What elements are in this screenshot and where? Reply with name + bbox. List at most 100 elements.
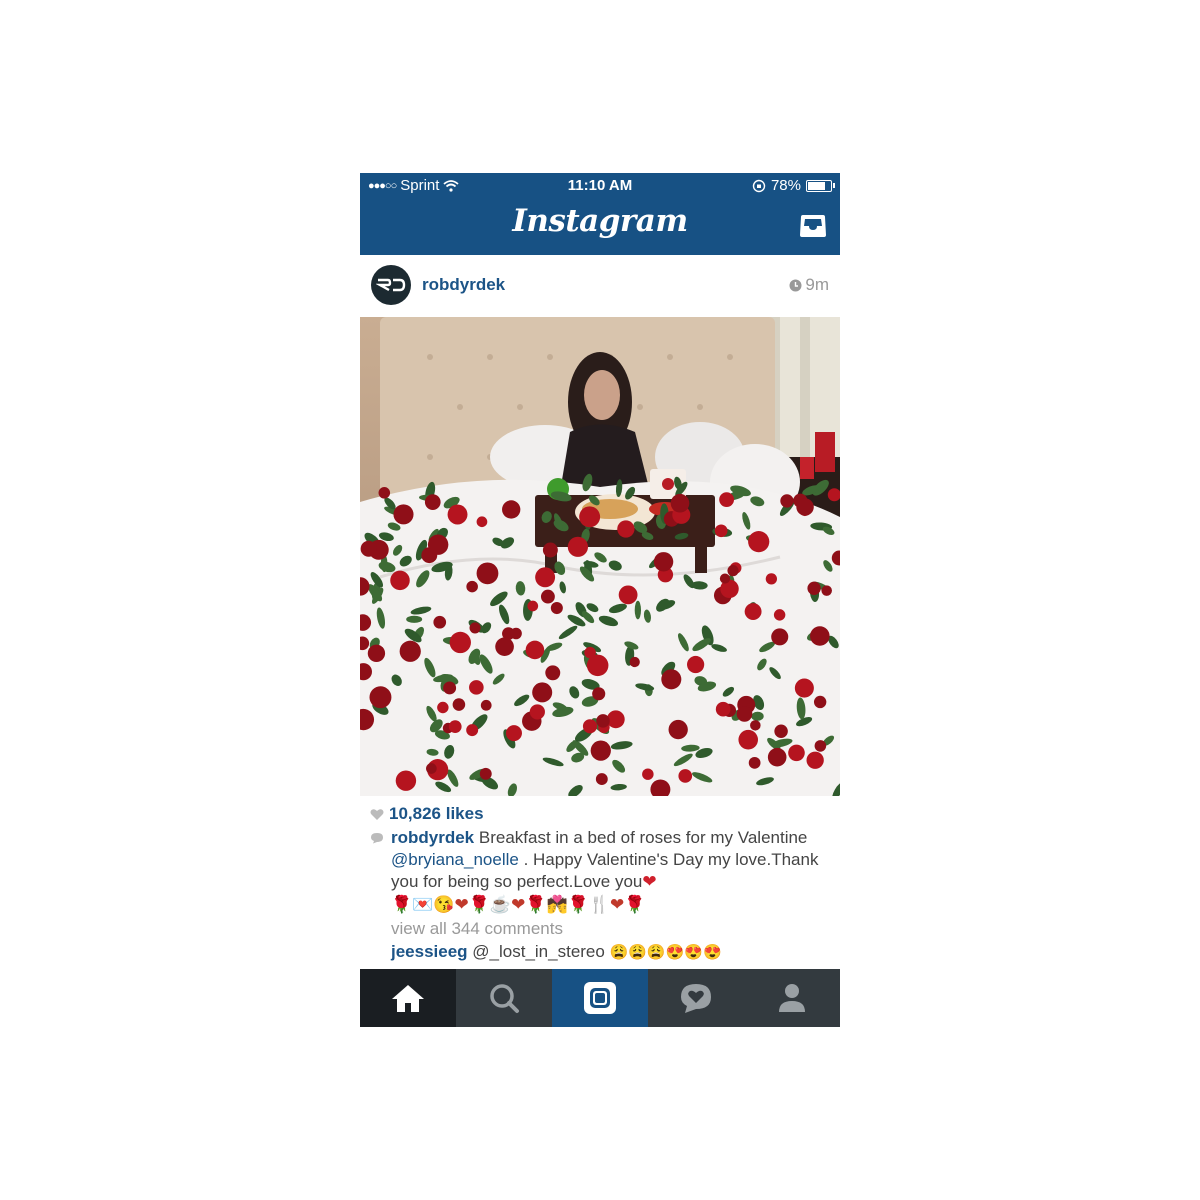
rose [744, 603, 762, 621]
post-username[interactable]: robdyrdek [422, 275, 505, 295]
rose [479, 767, 492, 780]
profile-icon [779, 984, 805, 1012]
rose [476, 562, 499, 585]
rose [670, 493, 690, 513]
rose [715, 701, 731, 717]
clock-icon [789, 279, 802, 291]
rose [535, 567, 556, 588]
rose [642, 768, 654, 780]
rose [449, 631, 471, 654]
comment-item: jeessieeg @_lost_in_stereo 😩😩😩😍😍😍 [391, 942, 722, 962]
rose [424, 494, 441, 510]
rose [821, 585, 832, 596]
rose [476, 516, 488, 528]
rotation-lock-icon [752, 179, 766, 192]
caption-heart: ❤ [642, 872, 657, 891]
rose [369, 686, 392, 709]
rose [661, 669, 682, 690]
rose [806, 751, 824, 769]
rose [678, 769, 693, 783]
rose [532, 682, 553, 703]
rose [668, 719, 688, 740]
avatar[interactable] [371, 265, 411, 305]
rose [629, 656, 640, 668]
rose [393, 504, 414, 525]
rose [750, 720, 761, 731]
rose [773, 609, 786, 621]
rose [427, 534, 449, 555]
comment-text: @_lost_in_stereo [467, 942, 610, 961]
post-photo[interactable] [360, 317, 840, 796]
rose [542, 542, 558, 558]
likes-text: 10,826 likes [389, 804, 484, 823]
rose [780, 494, 794, 508]
rose [595, 773, 608, 785]
tab-search[interactable] [456, 969, 552, 1027]
view-all-comments-link[interactable]: view all 344 comments [391, 919, 563, 939]
rose [529, 704, 545, 720]
rose [437, 701, 449, 714]
rose [738, 729, 758, 750]
bottom-tab-bar [360, 969, 840, 1027]
status-bar: ●●●○○ Sprint 11:10 AM 78% [360, 173, 840, 199]
rose [727, 565, 739, 577]
rose [505, 725, 522, 742]
rose [810, 626, 830, 646]
rose [765, 573, 778, 585]
rose [540, 589, 555, 604]
rose [582, 719, 598, 734]
rose [596, 714, 610, 728]
rose [788, 744, 805, 762]
rose [527, 600, 539, 612]
rose [590, 740, 611, 761]
rose [495, 637, 514, 657]
rose [390, 570, 410, 591]
rose [443, 681, 457, 695]
rose [767, 747, 787, 767]
rose [399, 640, 421, 662]
rose [618, 585, 638, 605]
rose [736, 706, 753, 722]
tab-profile[interactable] [744, 969, 840, 1027]
rose [813, 695, 827, 709]
rose-leaf [406, 615, 423, 623]
rose [592, 687, 606, 701]
battery-percent: 78% [770, 177, 801, 194]
camera-icon [584, 982, 616, 1014]
rose [466, 724, 479, 737]
caption-mention[interactable]: @bryiana_noelle [391, 850, 519, 869]
rose [796, 498, 814, 516]
rose [480, 699, 492, 711]
comment-username[interactable]: jeessieeg [391, 942, 468, 961]
rose [525, 640, 545, 660]
search-icon [490, 984, 519, 1013]
tab-home[interactable] [360, 969, 456, 1027]
activity-icon [681, 984, 711, 1013]
rose [550, 602, 563, 615]
rose [360, 540, 377, 557]
caption-username[interactable]: robdyrdek [391, 828, 474, 847]
inbox-icon[interactable] [798, 213, 828, 239]
rose [617, 520, 635, 538]
rose [653, 552, 674, 572]
comment-bubble-icon [371, 833, 383, 844]
rose [807, 581, 821, 595]
post-caption: robdyrdek Breakfast in a bed of roses fo… [391, 827, 831, 893]
tab-camera[interactable] [552, 969, 648, 1027]
rose [771, 628, 789, 646]
post-time: 9m [789, 275, 829, 295]
battery-icon [806, 179, 835, 192]
rose [433, 615, 447, 629]
rose [469, 680, 484, 695]
rose [466, 580, 478, 593]
rose-leaf [634, 600, 642, 620]
tab-activity[interactable] [648, 969, 744, 1027]
rose [814, 740, 827, 752]
comment-emojis: 😩😩😩😍😍😍 [609, 944, 722, 961]
heart-icon [370, 808, 384, 820]
rose [510, 627, 522, 640]
likes-count[interactable]: 10,826 likes [370, 804, 484, 824]
rose [584, 646, 596, 659]
rose [378, 487, 391, 499]
rose [714, 524, 728, 538]
